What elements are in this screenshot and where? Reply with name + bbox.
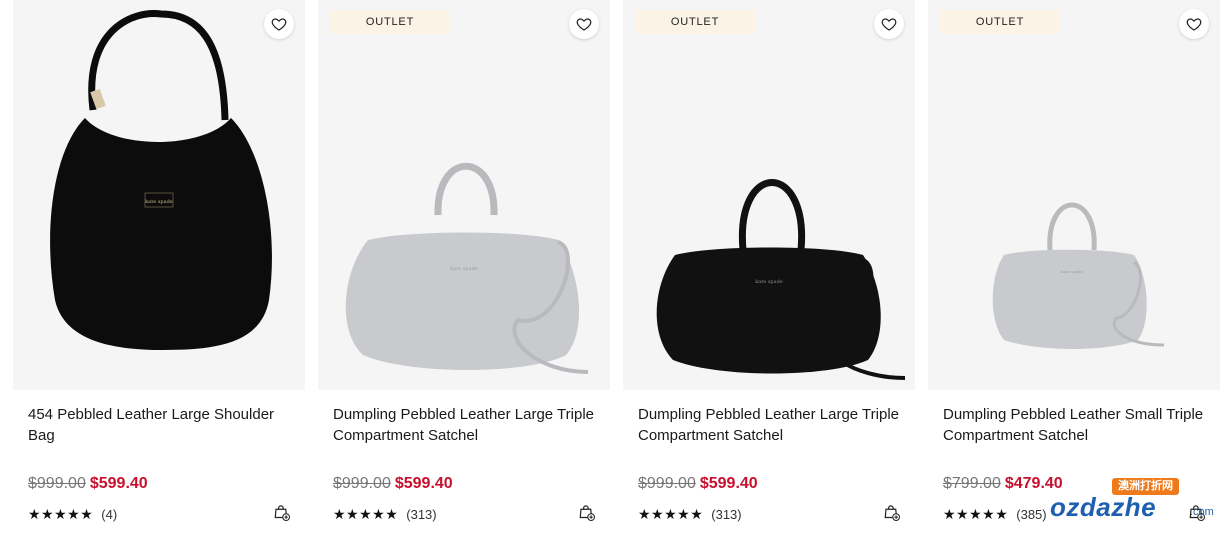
svg-text:kate spade: kate spade <box>145 199 173 205</box>
product-image[interactable]: kate spade OUTLET <box>318 0 610 390</box>
rating[interactable]: ★★★★★ (313) <box>638 505 742 523</box>
add-to-bag-button[interactable] <box>271 502 293 524</box>
price: $999.00 $599.40 <box>28 474 148 494</box>
rating[interactable]: ★★★★★ (4) <box>28 505 117 523</box>
product-image[interactable]: kate spade OUTLET <box>928 0 1220 390</box>
product-card[interactable]: kate spade 454 Pebbled Leather Large Sho… <box>13 0 305 534</box>
wishlist-button[interactable] <box>264 9 294 39</box>
shopping-bag-plus-icon <box>579 505 596 522</box>
review-count: (313) <box>711 506 742 522</box>
product-card[interactable]: kate spade OUTLET Dumpling Pebbled Leath… <box>928 0 1220 534</box>
star-rating: ★★★★★ <box>943 505 1009 522</box>
star-rating: ★★★★★ <box>28 505 94 522</box>
sale-price: $599.40 <box>394 475 453 492</box>
svg-text:kate spade: kate spade <box>755 279 783 285</box>
star-rating: ★★★★★ <box>333 505 399 522</box>
site-watermark: 澳洲打折网 ozdazhe .com <box>1050 478 1220 528</box>
svg-text:kate spade: kate spade <box>1061 269 1084 274</box>
bag-image: kate spade <box>992 202 1165 349</box>
svg-text:kate spade: kate spade <box>450 266 478 272</box>
sale-price: $599.40 <box>699 475 758 492</box>
bag-image: kate spade <box>345 162 589 374</box>
product-image[interactable]: kate spade OUTLET <box>623 0 915 390</box>
wishlist-button[interactable] <box>1179 9 1209 39</box>
outlet-badge: OUTLET <box>940 10 1060 34</box>
shopping-bag-plus-icon <box>884 505 901 522</box>
watermark-suffix: .com <box>1190 506 1214 518</box>
heart-icon <box>271 18 287 31</box>
product-name[interactable]: Dumpling Pebbled Leather Small Triple Co… <box>943 404 1205 446</box>
review-count: (385) <box>1016 506 1047 522</box>
product-name[interactable]: 454 Pebbled Leather Large Shoulder Bag <box>28 404 290 446</box>
original-price: $999.00 <box>638 475 696 492</box>
rating[interactable]: ★★★★★ (313) <box>333 505 437 523</box>
review-count: (4) <box>101 506 118 522</box>
star-rating: ★★★★★ <box>638 505 704 522</box>
original-price: $999.00 <box>28 475 86 492</box>
shopping-bag-plus-icon <box>274 505 291 522</box>
price: $799.00 $479.40 <box>943 474 1063 494</box>
original-price: $799.00 <box>943 475 1001 492</box>
sale-price: $599.40 <box>89 475 148 492</box>
heart-icon <box>576 18 592 31</box>
original-price: $999.00 <box>333 475 391 492</box>
heart-icon <box>881 18 897 31</box>
wishlist-button[interactable] <box>569 9 599 39</box>
product-card[interactable]: kate spade OUTLET Dumpling Pebbled Leath… <box>318 0 610 534</box>
add-to-bag-button[interactable] <box>881 502 903 524</box>
add-to-bag-button[interactable] <box>576 502 598 524</box>
price: $999.00 $599.40 <box>333 474 453 494</box>
product-name[interactable]: Dumpling Pebbled Leather Large Triple Co… <box>333 404 595 446</box>
product-image[interactable]: kate spade <box>13 0 305 390</box>
bag-image: kate spade <box>656 179 906 380</box>
product-name[interactable]: Dumpling Pebbled Leather Large Triple Co… <box>638 404 900 446</box>
price: $999.00 $599.40 <box>638 474 758 494</box>
rating[interactable]: ★★★★★ (385) <box>943 505 1047 523</box>
outlet-badge: OUTLET <box>635 10 755 34</box>
wishlist-button[interactable] <box>874 9 904 39</box>
product-card[interactable]: kate spade OUTLET Dumpling Pebbled Leath… <box>623 0 915 534</box>
product-grid: kate spade 454 Pebbled Leather Large Sho… <box>13 0 1220 534</box>
review-count: (313) <box>406 506 437 522</box>
bag-image: kate spade <box>50 10 272 350</box>
watermark-logo-text: ozdazhe <box>1050 492 1157 522</box>
outlet-badge: OUTLET <box>330 10 450 34</box>
heart-icon <box>1186 18 1202 31</box>
